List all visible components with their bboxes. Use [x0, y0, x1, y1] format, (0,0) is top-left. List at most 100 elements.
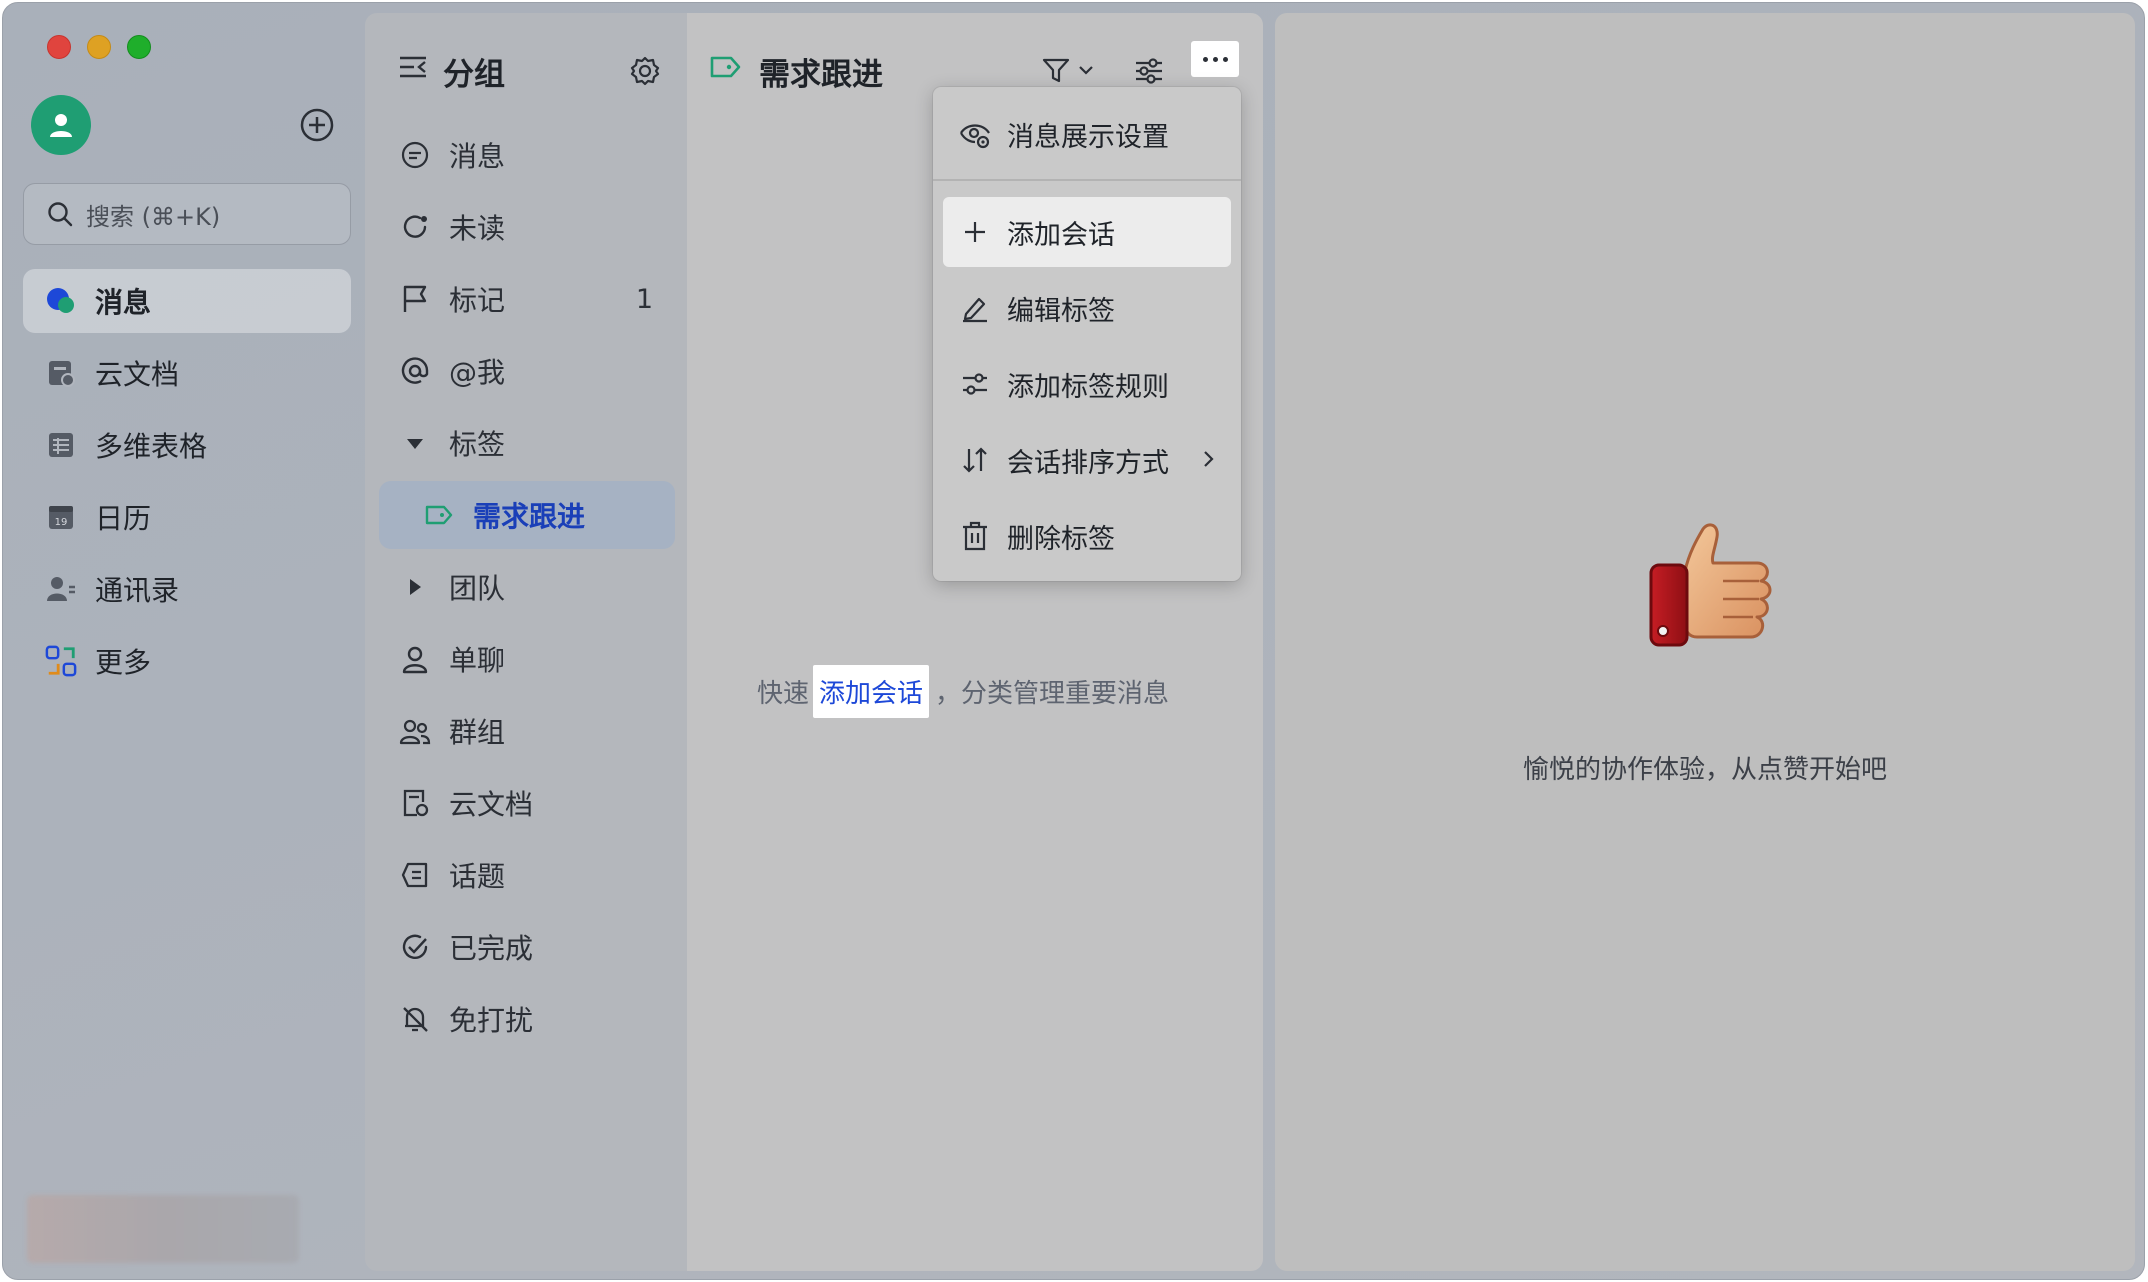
menu-item-label: 消息展示设置 — [1007, 121, 1169, 153]
sort-icon — [959, 444, 991, 476]
menu-item-add-tag-rule[interactable]: 添加标签规则 — [943, 349, 1231, 419]
group-item-label: 标记 — [449, 284, 506, 317]
group-item-label: @我 — [449, 356, 506, 389]
group-item-topics[interactable]: 话题 — [379, 841, 675, 909]
group-item-label: 单聊 — [449, 644, 506, 677]
list-header: 需求跟进 — [709, 43, 883, 99]
group-item-mentions[interactable]: @我 — [379, 337, 675, 405]
settings-sliders-button[interactable] — [1133, 55, 1165, 91]
sidebar-item-label: 多维表格 — [95, 430, 208, 463]
menu-item-label: 添加会话 — [1007, 219, 1115, 251]
pencil-icon — [959, 292, 991, 324]
tag-icon — [423, 499, 455, 531]
groups-header: 分组 — [397, 41, 667, 101]
list-title: 需求跟进 — [759, 56, 883, 93]
done-icon — [399, 931, 431, 963]
empty-hint-prefix: 快速 — [757, 679, 810, 709]
person-icon — [399, 643, 431, 675]
doc-icon — [399, 787, 431, 819]
group-item-unread[interactable]: 未读 — [379, 193, 675, 261]
maximize-window-button[interactable] — [127, 35, 151, 59]
add-conversation-link[interactable]: 添加会话 — [813, 665, 930, 718]
sidebar-item-cloud-docs[interactable]: 云文档 — [23, 341, 351, 405]
filter-icon — [1042, 58, 1070, 83]
empty-hint-suffix: ，分类管理重要消息 — [935, 679, 1170, 709]
avatar[interactable] — [31, 95, 91, 155]
sidebar-item-label: 云文档 — [95, 358, 180, 391]
menu-item-display-settings[interactable]: 消息展示设置 — [943, 99, 1231, 169]
more-dot — [1212, 56, 1218, 62]
blurred-profile-area — [27, 1195, 299, 1263]
chat-icon — [399, 139, 431, 171]
plus-circle-icon — [300, 108, 334, 142]
calendar-date-badge: 19 — [55, 517, 68, 528]
unread-icon — [399, 211, 431, 243]
minimize-window-button[interactable] — [87, 35, 111, 59]
menu-item-edit-tag[interactable]: 编辑标签 — [943, 273, 1231, 343]
groups-panel: 分组 消息 未读 标记 1 @我 标签 需求跟进 团队 单聊 群组 云文档 话题… — [365, 13, 687, 1271]
thumbs-up-illustration — [1627, 513, 1787, 677]
sidebar-item-calendar[interactable]: 19 日历 — [23, 485, 351, 549]
group-item-direct[interactable]: 单聊 — [379, 625, 675, 693]
eye-gear-icon — [959, 118, 991, 150]
group-item-label: 标签 — [449, 428, 506, 461]
more-apps-icon — [45, 645, 77, 677]
menu-item-add-conversation[interactable]: 添加会话 — [943, 197, 1231, 267]
menu-item-sort-order[interactable]: 会话排序方式 — [943, 425, 1231, 495]
search-placeholder: 搜索 (⌘+K) — [86, 202, 221, 231]
plus-icon — [959, 216, 991, 248]
group-item-tag-requirement[interactable]: 需求跟进 — [379, 481, 675, 549]
menu-item-label: 会话排序方式 — [1007, 447, 1169, 479]
app-window: 搜索 (⌘+K) 消息 云文档 多维表格 19 日历 通讯录 更多 分组 消息 … — [2, 2, 2145, 1280]
filter-button[interactable] — [1041, 55, 1095, 85]
group-item-label: 已完成 — [449, 932, 534, 965]
user-icon — [50, 114, 72, 137]
menu-item-label: 编辑标签 — [1007, 295, 1115, 327]
sidebar-item-more[interactable]: 更多 — [23, 629, 351, 693]
sidebar-item-messages[interactable]: 消息 — [23, 269, 351, 333]
group-item-label: 未读 — [449, 212, 506, 245]
message-bubble-icon — [45, 285, 77, 317]
more-options-button[interactable] — [1191, 41, 1239, 77]
group-item-label: 团队 — [449, 572, 506, 605]
sidebar-item-label: 日历 — [95, 502, 152, 535]
gear-icon[interactable] — [629, 55, 661, 95]
group-item-docs[interactable]: 云文档 — [379, 769, 675, 837]
contacts-icon — [45, 573, 77, 605]
sliders-icon — [1136, 58, 1162, 84]
menu-item-label: 添加标签规则 — [1007, 371, 1169, 403]
group-item-label: 话题 — [449, 860, 506, 893]
table-icon — [45, 429, 77, 461]
search-input[interactable]: 搜索 (⌘+K) — [23, 183, 351, 245]
sidebar-item-contacts[interactable]: 通讯录 — [23, 557, 351, 621]
group-item-label: 群组 — [449, 716, 506, 749]
group-item-done[interactable]: 已完成 — [379, 913, 675, 981]
sidebar-item-label: 消息 — [95, 286, 152, 319]
menu-item-delete-tag[interactable]: 删除标签 — [943, 501, 1231, 571]
more-dot — [1202, 56, 1208, 62]
sliders-icon — [959, 368, 991, 400]
conversation-detail-panel: 愉悦的协作体验，从点赞开始吧 — [1275, 13, 2135, 1271]
group-item-groups[interactable]: 群组 — [379, 697, 675, 765]
group-item-flagged[interactable]: 标记 1 — [379, 265, 675, 333]
close-window-button[interactable] — [47, 35, 71, 59]
chevron-right-icon — [1199, 447, 1217, 478]
add-circle-button[interactable] — [299, 107, 335, 143]
sidebar-item-label: 通讯录 — [95, 574, 180, 607]
caret-down-icon — [399, 427, 431, 459]
group-item-muted[interactable]: 免打扰 — [379, 985, 675, 1053]
group-item-team[interactable]: 团队 — [379, 553, 675, 621]
sidebar-item-bitable[interactable]: 多维表格 — [23, 413, 351, 477]
group-item-label: 消息 — [449, 140, 506, 173]
empty-state-hint: 快速 添加会话 ，分类管理重要消息 — [757, 665, 1169, 718]
mute-bell-icon — [399, 1003, 431, 1035]
calendar-icon: 19 — [45, 501, 77, 533]
menu-item-label: 删除标签 — [1007, 523, 1115, 555]
group-item-messages[interactable]: 消息 — [379, 121, 675, 189]
trash-icon — [959, 520, 991, 552]
flag-icon — [399, 283, 431, 315]
group-item-label: 需求跟进 — [473, 500, 586, 533]
collapse-sidebar-icon[interactable] — [397, 51, 429, 91]
group-item-tags[interactable]: 标签 — [379, 409, 675, 477]
sidebar-item-label: 更多 — [95, 646, 152, 679]
